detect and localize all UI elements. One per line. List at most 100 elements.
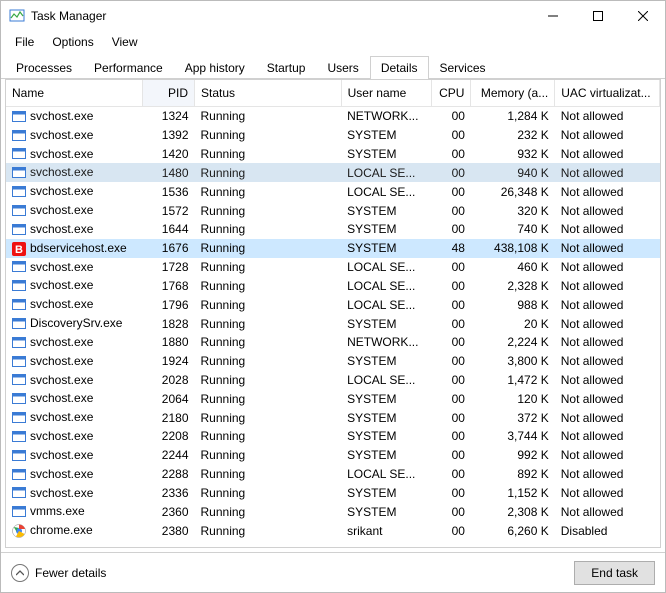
cell-pid: 1392 [142,126,194,145]
cell-user: LOCAL SE... [341,465,431,484]
cell-name: svchost.exe [6,371,142,390]
cell-pid: 1924 [142,352,194,371]
cell-uac: Not allowed [555,201,660,220]
cell-cpu: 00 [431,295,471,314]
cell-uac: Not allowed [555,239,660,258]
table-row[interactable]: svchost.exe1796RunningLOCAL SE...00988 K… [6,295,660,314]
table-row[interactable]: svchost.exe2336RunningSYSTEM001,152 KNot… [6,484,660,503]
cell-pid: 2064 [142,389,194,408]
table-row[interactable]: svchost.exe1644RunningSYSTEM00740 KNot a… [6,220,660,239]
cell-status: Running [195,295,342,314]
table-row[interactable]: chrome.exe2380Runningsrikant006,260 KDis… [6,521,660,540]
tab-users[interactable]: Users [316,56,369,79]
cell-status: Running [195,352,342,371]
col-header-status[interactable]: Status [195,80,342,107]
cell-user: SYSTEM [341,201,431,220]
cell-uac: Not allowed [555,389,660,408]
table-row[interactable]: svchost.exe1728RunningLOCAL SE...00460 K… [6,258,660,277]
cell-mem: 438,108 K [471,239,555,258]
table-row[interactable]: svchost.exe1768RunningLOCAL SE...002,328… [6,276,660,295]
table-row[interactable]: DiscoverySrv.exe1828RunningSYSTEM0020 KN… [6,314,660,333]
table-row[interactable]: Bbdservicehost.exe1676RunningSYSTEM48438… [6,239,660,258]
cell-user: SYSTEM [341,484,431,503]
cell-name: chrome.exe [6,521,142,540]
cell-pid: 1536 [142,182,194,201]
menu-options[interactable]: Options [44,33,101,51]
col-header-cpu[interactable]: CPU [431,80,471,107]
table-row[interactable]: svchost.exe2208RunningSYSTEM003,744 KNot… [6,427,660,446]
process-name: svchost.exe [30,391,93,405]
cell-user: SYSTEM [341,446,431,465]
cell-name: svchost.exe [6,484,142,503]
table-row[interactable]: svchost.exe2028RunningLOCAL SE...001,472… [6,371,660,390]
table-row[interactable]: svchost.exe1924RunningSYSTEM003,800 KNot… [6,352,660,371]
cell-mem: 232 K [471,126,555,145]
table-row[interactable]: svchost.exe2064RunningSYSTEM00120 KNot a… [6,389,660,408]
menu-view[interactable]: View [104,33,146,51]
cell-pid: 2244 [142,446,194,465]
table-row[interactable]: svchost.exe1480RunningLOCAL SE...00940 K… [6,163,660,182]
process-name: svchost.exe [30,184,93,198]
svc-icon [12,336,26,350]
tab-services[interactable]: Services [429,56,497,79]
cell-mem: 372 K [471,408,555,427]
cell-status: Running [195,239,342,258]
cell-cpu: 00 [431,145,471,164]
menu-file[interactable]: File [7,33,42,51]
cell-name: svchost.exe [6,352,142,371]
cell-name: svchost.exe [6,295,142,314]
titlebar[interactable]: Task Manager [1,1,665,31]
cell-mem: 1,152 K [471,484,555,503]
cell-mem: 20 K [471,314,555,333]
close-button[interactable] [620,1,665,31]
table-row[interactable]: svchost.exe2244RunningSYSTEM00992 KNot a… [6,446,660,465]
cell-uac: Not allowed [555,163,660,182]
cell-mem: 988 K [471,295,555,314]
cell-user: LOCAL SE... [341,163,431,182]
tab-processes[interactable]: Processes [5,56,83,79]
cell-pid: 2336 [142,484,194,503]
cell-pid: 1796 [142,295,194,314]
col-header-mem[interactable]: Memory (a... [471,80,555,107]
cell-name: svchost.exe [6,276,142,295]
process-grid[interactable]: NamePIDStatusUser nameCPUMemory (a...UAC… [6,80,660,547]
minimize-button[interactable] [530,1,575,31]
cell-mem: 120 K [471,389,555,408]
cell-mem: 1,472 K [471,371,555,390]
table-row[interactable]: svchost.exe1880RunningNETWORK...002,224 … [6,333,660,352]
cell-uac: Disabled [555,521,660,540]
tab-app-history[interactable]: App history [174,56,256,79]
col-header-user[interactable]: User name [341,80,431,107]
cell-uac: Not allowed [555,427,660,446]
table-row[interactable]: vmms.exe2360RunningSYSTEM002,308 KNot al… [6,502,660,521]
maximize-button[interactable] [575,1,620,31]
table-row[interactable]: svchost.exe2180RunningSYSTEM00372 KNot a… [6,408,660,427]
table-row[interactable]: svchost.exe1572RunningSYSTEM00320 KNot a… [6,201,660,220]
table-row[interactable]: svchost.exe1392RunningSYSTEM00232 KNot a… [6,126,660,145]
cell-name: svchost.exe [6,446,142,465]
tab-startup[interactable]: Startup [256,56,317,79]
cell-uac: Not allowed [555,258,660,277]
cell-user: SYSTEM [341,145,431,164]
col-header-pid[interactable]: PID [142,80,194,107]
cell-cpu: 00 [431,333,471,352]
table-row[interactable]: svchost.exe1420RunningSYSTEM00932 KNot a… [6,145,660,164]
cell-name: svchost.exe [6,182,142,201]
cell-user: LOCAL SE... [341,295,431,314]
cell-status: Running [195,427,342,446]
tab-performance[interactable]: Performance [83,56,174,79]
cell-name: Bbdservicehost.exe [6,239,142,258]
fewer-details-button[interactable]: Fewer details [11,564,564,582]
cell-cpu: 00 [431,314,471,333]
col-header-name[interactable]: Name [6,80,142,107]
table-row[interactable]: svchost.exe1324RunningNETWORK...001,284 … [6,107,660,126]
svc-icon [12,147,26,161]
tab-details[interactable]: Details [370,56,429,79]
table-row[interactable]: svchost.exe1536RunningLOCAL SE...0026,34… [6,182,660,201]
cell-status: Running [195,389,342,408]
col-header-uac[interactable]: UAC virtualizat... [555,80,660,107]
svc-icon [12,110,26,124]
table-row[interactable]: svchost.exe2288RunningLOCAL SE...00892 K… [6,465,660,484]
cell-cpu: 00 [431,389,471,408]
end-task-button[interactable]: End task [574,561,655,585]
